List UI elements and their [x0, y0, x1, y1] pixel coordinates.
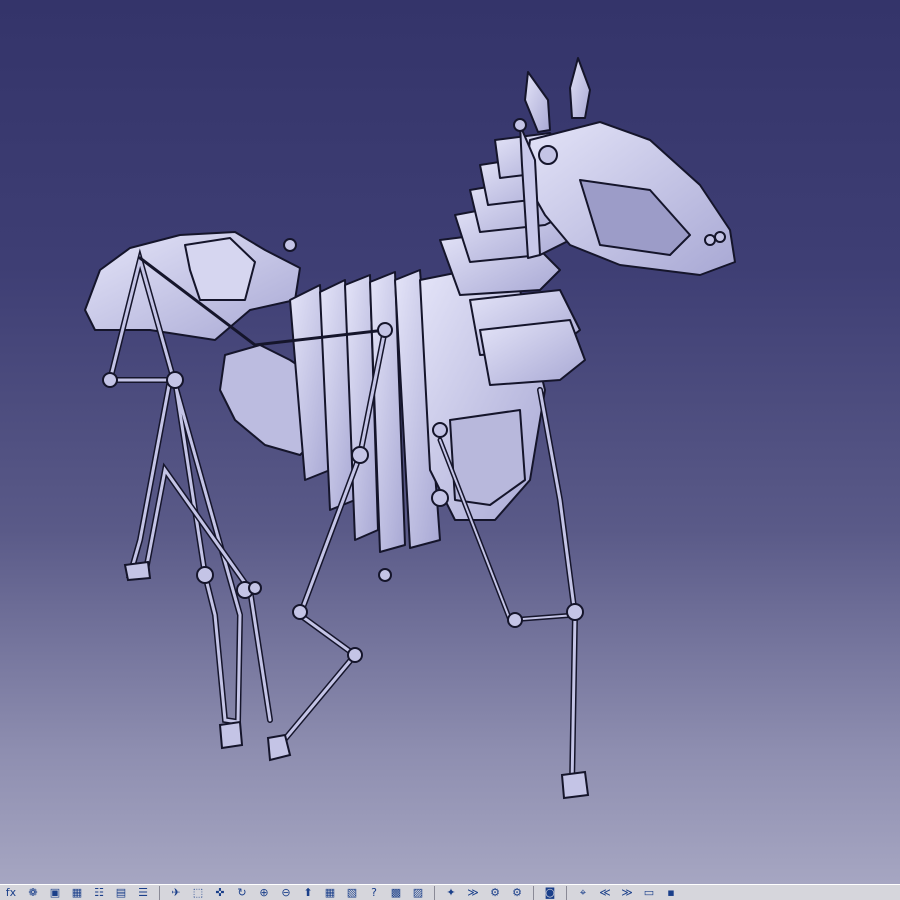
ear-left	[524, 71, 551, 133]
last-icon[interactable]: ≫	[618, 885, 636, 900]
foot-1	[123, 560, 152, 582]
zoom-in-icon[interactable]: ⊕	[255, 885, 273, 900]
padlock-icon[interactable]: ▤	[112, 885, 130, 900]
foot-2	[218, 720, 244, 750]
toolbar-separator	[566, 885, 567, 900]
toolbar-separator	[533, 885, 534, 900]
catalog-icon[interactable]: ⚙	[486, 885, 504, 900]
toolbar-separator	[159, 885, 160, 900]
leg-front-right	[537, 387, 579, 788]
tool-b-icon[interactable]: ≫	[464, 885, 482, 900]
globe-icon[interactable]: ❁	[24, 885, 42, 900]
first-icon[interactable]: ≪	[596, 885, 614, 900]
parts-icon[interactable]: ⚙	[508, 885, 526, 900]
comment-icon[interactable]: ▭	[640, 885, 658, 900]
lock-icon[interactable]: ▣	[46, 885, 64, 900]
zoom-out-icon[interactable]: ⊖	[277, 885, 295, 900]
tree-icon[interactable]: ☷	[90, 885, 108, 900]
fit-all-icon[interactable]: ⬚	[189, 885, 207, 900]
fx-icon[interactable]: fx	[2, 885, 20, 900]
target-icon[interactable]: ⌖	[574, 885, 592, 900]
multi-view-icon[interactable]: ▦	[321, 885, 339, 900]
help-icon[interactable]: ?	[365, 885, 383, 900]
camera-icon[interactable]: ◙	[541, 885, 559, 900]
foot-4	[560, 770, 590, 800]
iso-view-icon[interactable]: ▧	[343, 885, 361, 900]
shading-icon[interactable]: ▩	[387, 885, 405, 900]
flag-icon[interactable]: ▪	[662, 885, 680, 900]
hide-show-icon[interactable]: ▨	[409, 885, 427, 900]
foot-3	[266, 733, 292, 762]
table-icon[interactable]: ▦	[68, 885, 86, 900]
horse-model[interactable]	[0, 0, 900, 884]
list-icon[interactable]: ☰	[134, 885, 152, 900]
ear-right	[569, 57, 591, 119]
normal-view-icon[interactable]: ⬆	[299, 885, 317, 900]
3d-viewport[interactable]	[0, 0, 900, 884]
toolbar-separator	[434, 885, 435, 900]
rib-stack	[289, 269, 441, 553]
tool-a-icon[interactable]: ✦	[442, 885, 460, 900]
bottom-toolbar: fx ❁ ▣ ▦ ☷ ▤ ☰ ✈ ⬚ ✜ ↻ ⊕ ⊖ ⬆ ▦ ▧? ▩ ▨ ✦ ≫ ⚙ ⚙ ◙ ⌖ ≪ ≫ ▭ ▪	[0, 884, 900, 900]
fly-mode-icon[interactable]: ✈	[167, 885, 185, 900]
pan-icon[interactable]: ✜	[211, 885, 229, 900]
rotate-icon[interactable]: ↻	[233, 885, 251, 900]
